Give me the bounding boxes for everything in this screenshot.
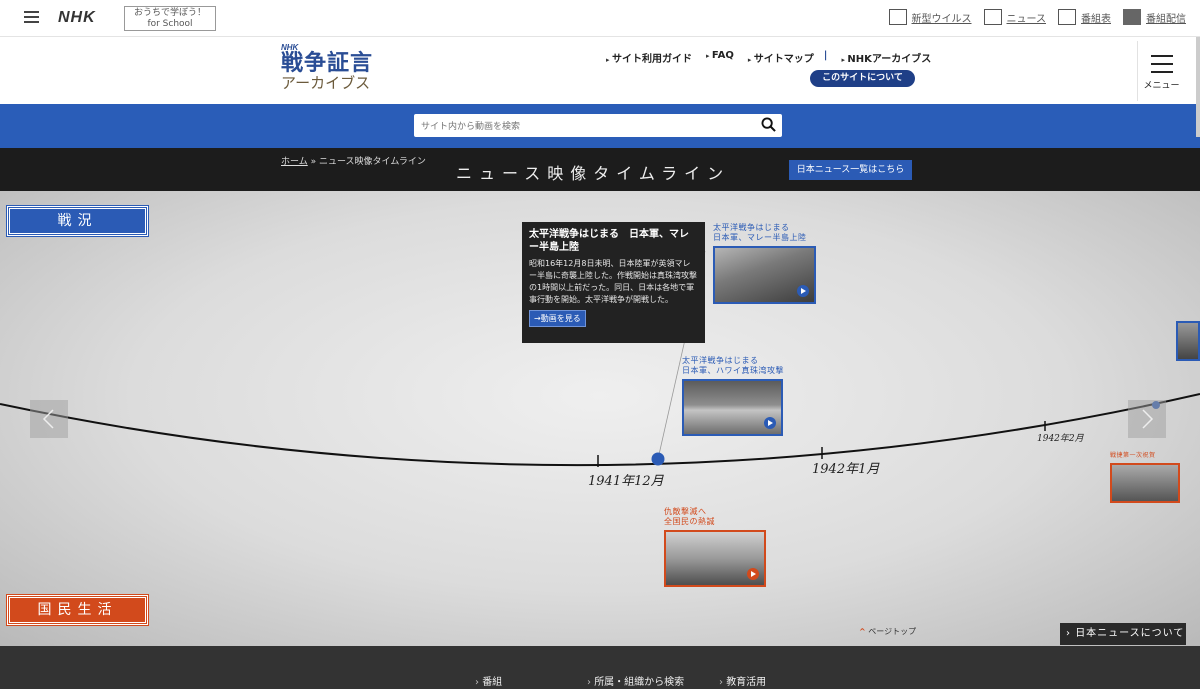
page-title-bar: ホーム » ニュース映像タイムライン ニュース映像タイムライン 日本ニュース一覧… bbox=[0, 148, 1200, 191]
card-label: 全国民の熱誠 bbox=[664, 517, 715, 526]
card-nation-fervor[interactable]: 仇敵撃滅へ 全国民の熱誠 bbox=[664, 507, 766, 587]
breadcrumb-home[interactable]: ホーム bbox=[281, 157, 308, 167]
menu-icon bbox=[1150, 55, 1173, 57]
for-school-line2: for School bbox=[147, 19, 193, 29]
page-top-label: ページトップ bbox=[868, 627, 917, 636]
popup-body: 昭和16年12月8日未明、日本陸軍が英領マレー半島に奇襲上陸した。作戦開始は真珠… bbox=[529, 259, 697, 304]
about-site-button[interactable]: このサイトについて bbox=[810, 70, 915, 87]
menu-button[interactable]: メニュー bbox=[1137, 41, 1185, 101]
video-thumbnail[interactable] bbox=[1176, 321, 1200, 361]
tv-schedule-link[interactable]: 番組表 bbox=[1058, 9, 1111, 25]
virus-news-icon bbox=[888, 9, 907, 25]
news-icon bbox=[983, 9, 1002, 25]
breadcrumb: ホーム » ニュース映像タイムライン bbox=[281, 154, 426, 167]
about-news-label: 日本ニュースについて bbox=[1075, 628, 1185, 639]
site-header: NHK 戦争証言 アーカイブス サイト利用ガイド FAQ サイトマップ | NH… bbox=[0, 37, 1200, 104]
tick-1941-12: 1941年12月 bbox=[588, 474, 665, 489]
category-life[interactable]: 国民生活 bbox=[6, 594, 149, 626]
thumbnail-image bbox=[1178, 323, 1198, 359]
page-title: ニュース映像タイムライン bbox=[456, 164, 731, 183]
video-thumbnail[interactable] bbox=[713, 246, 816, 304]
video-thumbnail[interactable] bbox=[682, 379, 783, 436]
play-icon bbox=[797, 285, 809, 297]
watch-video-button[interactable]: →動画を見る bbox=[529, 310, 586, 327]
tick-1942-02: 1942年2月 bbox=[1037, 433, 1085, 444]
card-label: 太平洋戦争はじまる bbox=[682, 356, 759, 365]
tick-1942-01: 1942年1月 bbox=[812, 462, 880, 477]
search-band bbox=[0, 104, 1200, 148]
card-victory-celebration[interactable]: 戦捷第一次祝賀 bbox=[1110, 452, 1180, 503]
news-link-label: ニュース bbox=[1006, 13, 1047, 25]
category-war[interactable]: 戦況 bbox=[6, 205, 149, 237]
video-thumbnail[interactable] bbox=[1110, 463, 1180, 503]
streaming-link[interactable]: 番組配信 bbox=[1123, 9, 1186, 25]
page-top-link[interactable]: ^ ページトップ bbox=[859, 626, 916, 637]
card-label: 太平洋戦争はじまる bbox=[713, 223, 790, 232]
footer-link-programs[interactable]: 番組 bbox=[475, 673, 502, 688]
schedule-grid-icon bbox=[1058, 9, 1076, 25]
timeline-prev-button[interactable] bbox=[30, 400, 68, 438]
covid-link-label: 新型ウイルス bbox=[911, 13, 972, 25]
breadcrumb-current: ニュース映像タイムライン bbox=[318, 157, 426, 167]
search-box bbox=[414, 114, 782, 139]
search-input[interactable] bbox=[414, 115, 744, 139]
scrollbar[interactable] bbox=[1196, 37, 1200, 137]
streaming-label: 番組配信 bbox=[1146, 13, 1186, 25]
footer-link-education[interactable]: 教育活用 bbox=[719, 673, 766, 688]
footer: 番組 所属・組織から検索 教育活用 bbox=[0, 646, 1200, 689]
menu-label: メニュー bbox=[1143, 81, 1180, 91]
card-label: 戦捷第一次祝賀 bbox=[1110, 452, 1156, 459]
search-icon[interactable] bbox=[761, 117, 776, 132]
nhk-plus-icon bbox=[1123, 9, 1141, 25]
global-links: 新型ウイルス ニュース 番組表 番組配信 bbox=[888, 9, 1186, 25]
caret-up-icon: ^ bbox=[859, 627, 866, 636]
hamburger-icon[interactable] bbox=[24, 11, 39, 24]
footer-link-organization[interactable]: 所属・組織から検索 bbox=[587, 673, 684, 688]
nhk-logo[interactable]: NHK bbox=[58, 9, 96, 27]
video-thumbnail[interactable] bbox=[664, 530, 766, 587]
site-logo[interactable]: NHK 戦争証言 アーカイブス bbox=[281, 43, 374, 92]
event-popup: 太平洋戦争はじまる 日本軍、マレー半島上陸 昭和16年12月8日未明、日本陸軍が… bbox=[522, 222, 705, 343]
chevron-left-icon bbox=[42, 409, 54, 429]
nav-faq[interactable]: FAQ bbox=[706, 50, 734, 65]
for-school-link[interactable]: おうちで学ぼう！ for School bbox=[124, 6, 216, 31]
nav-archives[interactable]: NHKアーカイブス bbox=[841, 50, 931, 65]
card-label: 仇敵撃滅へ bbox=[664, 507, 707, 516]
covid-link[interactable]: 新型ウイルス bbox=[888, 9, 972, 25]
card-label: 日本軍、マレー半島上陸 bbox=[713, 233, 807, 242]
for-school-line1: おうちで学ぼう！ bbox=[133, 8, 206, 18]
news-link[interactable]: ニュース bbox=[983, 9, 1047, 25]
card-partial-offscreen[interactable] bbox=[1176, 321, 1200, 361]
play-icon bbox=[747, 568, 759, 580]
tv-schedule-label: 番組表 bbox=[1081, 13, 1111, 25]
chevron-right-icon bbox=[1142, 409, 1154, 429]
site-logo-title: 戦争証言 bbox=[281, 51, 374, 76]
thumbnail-image bbox=[1112, 465, 1178, 501]
nav-guide[interactable]: サイト利用ガイド bbox=[606, 50, 692, 65]
timeline-next-button[interactable] bbox=[1128, 400, 1166, 438]
nhk-global-bar: NHK おうちで学ぼう！ for School 新型ウイルス ニュース 番組表 … bbox=[0, 0, 1200, 37]
news-timeline: 1941年12月 1942年1月 1942年2月 戦況 国民生活 太平洋戦争はじ… bbox=[0, 191, 1200, 646]
chevron-right-icon: › bbox=[1066, 628, 1076, 639]
breadcrumb-separator: » bbox=[307, 157, 319, 167]
news-list-button[interactable]: 日本ニュース一覧はこちら bbox=[789, 160, 912, 180]
nav-divider: | bbox=[823, 50, 828, 61]
about-news-button[interactable]: › 日本ニュースについて bbox=[1060, 623, 1186, 645]
play-icon bbox=[764, 417, 776, 429]
site-nav: サイト利用ガイド FAQ サイトマップ | NHKアーカイブス bbox=[606, 50, 945, 65]
card-pearl-harbor[interactable]: 太平洋戦争はじまる 日本軍、ハワイ真珠湾攻撃 bbox=[682, 356, 784, 436]
card-label: 日本軍、ハワイ真珠湾攻撃 bbox=[682, 366, 784, 375]
popup-heading: 太平洋戦争はじまる 日本軍、マレー半島上陸 bbox=[529, 229, 689, 253]
site-logo-subtitle: アーカイブス bbox=[281, 74, 371, 92]
nav-sitemap[interactable]: サイトマップ bbox=[748, 50, 814, 65]
card-malay-landing[interactable]: 太平洋戦争はじまる 日本軍、マレー半島上陸 bbox=[713, 223, 816, 304]
